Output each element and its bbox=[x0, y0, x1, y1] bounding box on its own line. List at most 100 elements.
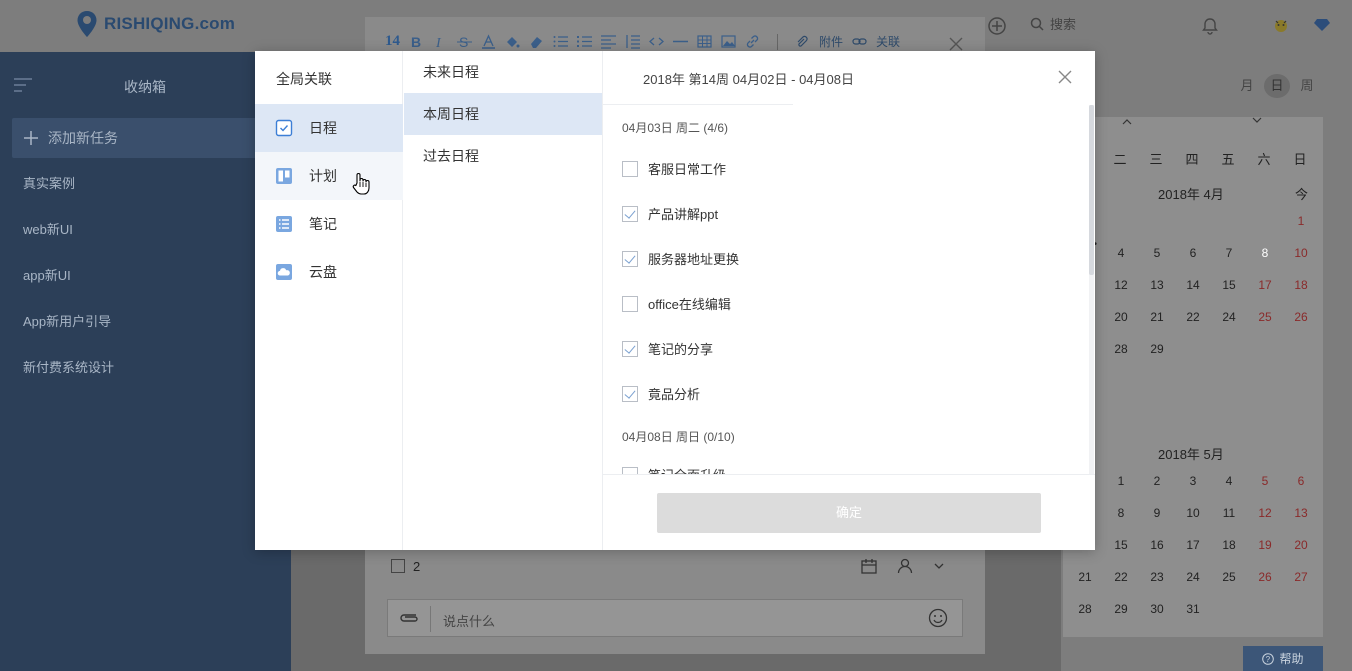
category-plan[interactable]: 计划 bbox=[255, 152, 403, 200]
subtask-text[interactable]: 2 bbox=[413, 559, 420, 574]
tab-week[interactable]: 周 bbox=[1294, 74, 1320, 98]
calendar-day[interactable]: 25 bbox=[1211, 561, 1247, 593]
calendar-day[interactable]: 10 bbox=[1175, 497, 1211, 529]
calendar-day[interactable]: 24 bbox=[1211, 301, 1247, 333]
tab-this-week-schedule[interactable]: 本周日程 bbox=[404, 93, 602, 135]
editor-close-icon[interactable] bbox=[949, 37, 963, 51]
calendar-day[interactable]: 6 bbox=[1283, 465, 1319, 497]
attachment-icon[interactable] bbox=[398, 611, 420, 625]
close-icon[interactable] bbox=[1057, 69, 1073, 85]
calendar-day[interactable]: 27 bbox=[1283, 561, 1319, 593]
add-task-button[interactable]: 添加新任务 bbox=[12, 118, 274, 158]
calendar-day[interactable]: 7 bbox=[1211, 237, 1247, 269]
paint-bucket-icon[interactable] bbox=[505, 34, 520, 49]
calendar-day[interactable]: 9 bbox=[1139, 497, 1175, 529]
calendar-day[interactable]: 5 bbox=[1139, 237, 1175, 269]
code-icon[interactable] bbox=[649, 34, 664, 49]
calendar-day[interactable]: 17 bbox=[1247, 269, 1283, 301]
today-button[interactable]: 今 bbox=[1295, 184, 1308, 203]
horizontal-rule-icon[interactable] bbox=[673, 34, 688, 49]
calendar-day[interactable]: 10 bbox=[1283, 237, 1319, 269]
calendar-icon[interactable] bbox=[861, 558, 877, 574]
menu-icon[interactable] bbox=[14, 78, 32, 92]
calendar-day[interactable]: 4 bbox=[1103, 237, 1139, 269]
calendar-day[interactable]: 21 bbox=[1067, 561, 1103, 593]
calendar-day[interactable]: 31 bbox=[1175, 593, 1211, 625]
task-checkbox[interactable] bbox=[622, 385, 638, 402]
calendar-day[interactable]: 17 bbox=[1175, 529, 1211, 561]
diamond-icon[interactable] bbox=[1314, 18, 1330, 32]
calendar-day[interactable]: 25 bbox=[1247, 301, 1283, 333]
calendar-day[interactable]: 21 bbox=[1139, 301, 1175, 333]
italic-icon[interactable]: I bbox=[433, 34, 448, 49]
calendar-day[interactable]: 23 bbox=[1139, 561, 1175, 593]
project-item[interactable]: app新UI bbox=[23, 266, 114, 312]
calendar-day[interactable]: 4 bbox=[1211, 465, 1247, 497]
strikethrough-icon[interactable]: S bbox=[457, 34, 472, 49]
scrollbar-thumb[interactable] bbox=[1089, 105, 1094, 275]
attach-button[interactable]: 附件 bbox=[819, 33, 843, 50]
add-circle-icon[interactable] bbox=[987, 16, 1007, 36]
emoji-icon[interactable] bbox=[928, 608, 948, 628]
chevron-down-icon[interactable] bbox=[1252, 117, 1262, 125]
project-item[interactable]: 真实案例 bbox=[23, 174, 114, 220]
chevron-down-icon[interactable] bbox=[933, 558, 945, 574]
calendar-day[interactable]: 2 bbox=[1139, 465, 1175, 497]
comment-input[interactable]: 说点什么 bbox=[443, 611, 495, 630]
calendar-day[interactable]: 19 bbox=[1247, 529, 1283, 561]
calendar-day[interactable]: 5 bbox=[1247, 465, 1283, 497]
project-item[interactable]: web新UI bbox=[23, 220, 114, 266]
task-checkbox[interactable] bbox=[622, 205, 638, 222]
bold-icon[interactable]: B bbox=[409, 34, 424, 49]
calendar-day[interactable]: 15 bbox=[1103, 529, 1139, 561]
calendar-day[interactable]: 8 bbox=[1103, 497, 1139, 529]
calendar-day[interactable]: 22 bbox=[1175, 301, 1211, 333]
tab-month[interactable]: 月 bbox=[1234, 74, 1260, 98]
task-checkbox[interactable] bbox=[622, 340, 638, 357]
calendar-day[interactable]: 12 bbox=[1103, 269, 1139, 301]
table-icon[interactable] bbox=[697, 34, 712, 49]
task-checkbox[interactable] bbox=[622, 160, 638, 177]
calendar-day[interactable]: 1 bbox=[1103, 465, 1139, 497]
avatar-icon[interactable] bbox=[1273, 17, 1289, 33]
calendar-day[interactable]: 3 bbox=[1175, 465, 1211, 497]
bell-icon[interactable] bbox=[1201, 17, 1219, 35]
category-cloud[interactable]: 云盘 bbox=[255, 248, 403, 296]
calendar-day[interactable]: 22 bbox=[1103, 561, 1139, 593]
align-left-icon[interactable] bbox=[601, 34, 616, 49]
subtask-checkbox[interactable] bbox=[391, 559, 405, 573]
calendar-day[interactable]: 1 bbox=[1283, 205, 1319, 237]
calendar-day[interactable]: 24 bbox=[1175, 561, 1211, 593]
calendar-day[interactable]: 29 bbox=[1139, 333, 1175, 365]
task-checkbox[interactable] bbox=[622, 250, 638, 267]
eraser-icon[interactable] bbox=[529, 34, 544, 49]
numbered-list-icon[interactable] bbox=[553, 34, 568, 49]
project-item[interactable]: App新用户引导 bbox=[23, 312, 114, 358]
calendar-day[interactable]: 18 bbox=[1283, 269, 1319, 301]
category-notes[interactable]: 笔记 bbox=[255, 200, 403, 248]
calendar-day[interactable]: 20 bbox=[1103, 301, 1139, 333]
calendar-day[interactable]: 8 bbox=[1247, 237, 1283, 269]
calendar-day[interactable]: 30 bbox=[1139, 593, 1175, 625]
chevron-up-icon[interactable] bbox=[1122, 117, 1132, 125]
calendar-day[interactable]: 15 bbox=[1211, 269, 1247, 301]
calendar-day[interactable]: 18 bbox=[1211, 529, 1247, 561]
task-item[interactable]: 笔记的分享 bbox=[622, 339, 713, 358]
image-icon[interactable] bbox=[721, 34, 736, 49]
task-item[interactable]: 产品讲解ppt bbox=[622, 204, 718, 223]
task-checkbox[interactable] bbox=[622, 295, 638, 312]
calendar-day[interactable]: 28 bbox=[1103, 333, 1139, 365]
tab-past-schedule[interactable]: 过去日程 bbox=[404, 135, 602, 177]
calendar-day[interactable]: 13 bbox=[1283, 497, 1319, 529]
calendar-day[interactable]: 11 bbox=[1211, 497, 1247, 529]
user-icon[interactable] bbox=[897, 558, 913, 574]
task-item[interactable]: 客服日常工作 bbox=[622, 159, 726, 178]
confirm-button[interactable]: 确定 bbox=[657, 493, 1041, 533]
calendar-day[interactable]: 28 bbox=[1067, 593, 1103, 625]
project-item[interactable]: 新付费系统设计 bbox=[23, 358, 114, 404]
calendar-day[interactable]: 14 bbox=[1175, 269, 1211, 301]
calendar-day[interactable]: 26 bbox=[1247, 561, 1283, 593]
task-list-scrollbar[interactable] bbox=[1089, 105, 1094, 475]
calendar-day[interactable]: 20 bbox=[1283, 529, 1319, 561]
tab-day[interactable]: 日 bbox=[1264, 74, 1290, 98]
